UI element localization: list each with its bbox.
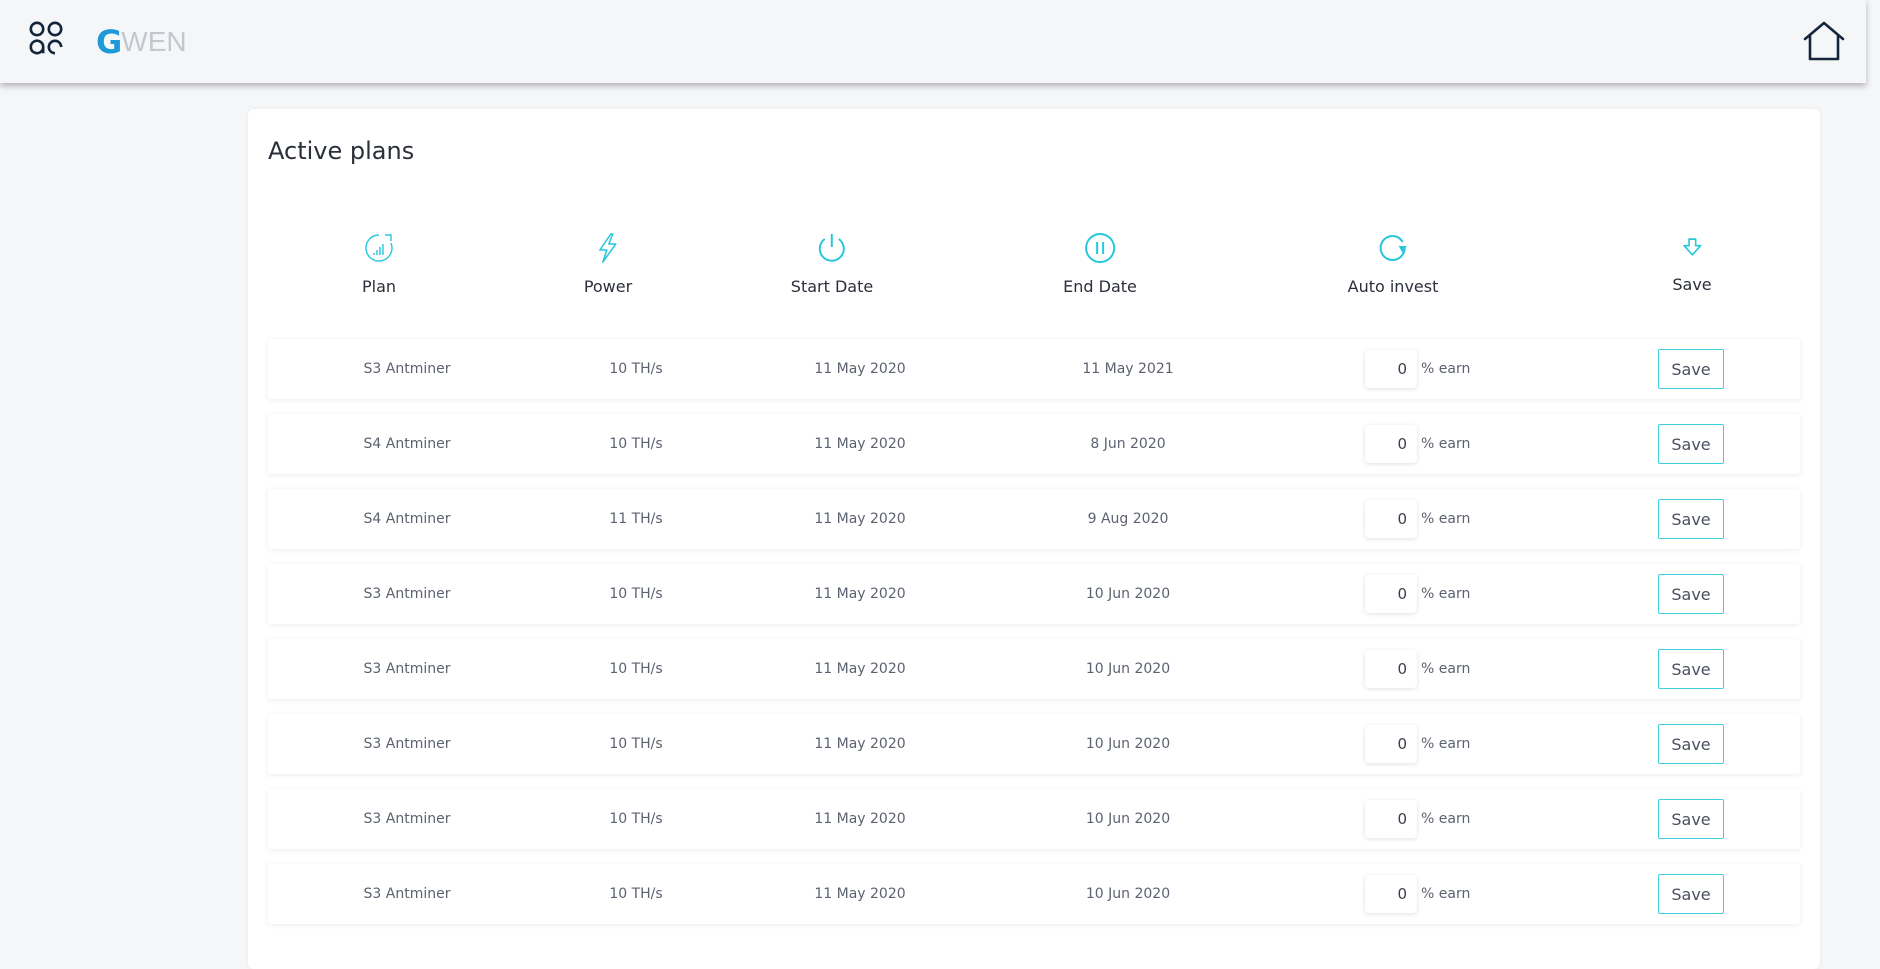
power-cell: 10 TH/s	[609, 811, 663, 827]
column-label-save: Save	[1672, 275, 1712, 294]
column-header-save: Save	[1672, 235, 1712, 294]
start-date-cell: 11 May 2020	[814, 811, 906, 827]
plan-cell: S3 Antminer	[363, 736, 451, 752]
auto-invest-input[interactable]	[1365, 725, 1417, 763]
column-header-power: Power	[584, 231, 632, 296]
column-label-plan: Plan	[361, 277, 397, 296]
auto-invest-input[interactable]	[1365, 575, 1417, 613]
power-icon	[818, 234, 845, 262]
earn-suffix: % earn	[1421, 511, 1471, 527]
apps-grid-icon[interactable]	[28, 20, 64, 56]
plan-cell: S3 Antminer	[363, 661, 451, 677]
column-header-plan: Plan	[362, 231, 396, 296]
end-date-cell: 9 Aug 2020	[1087, 511, 1169, 527]
logo[interactable]: G WEN	[96, 23, 187, 61]
power-cell: 10 TH/s	[609, 436, 663, 452]
auto-invest-input[interactable]	[1365, 875, 1417, 913]
power-cell: 10 TH/s	[609, 736, 663, 752]
plan-cell: S3 Antminer	[363, 361, 451, 377]
lightning-bolt-icon	[599, 233, 617, 263]
auto-invest-cell: % earn	[1365, 724, 1470, 764]
end-date-cell: 10 Jun 2020	[1085, 811, 1171, 827]
table-row: S3 Antminer 10 TH/s 11 May 2020 10 Jun 2…	[268, 864, 1800, 924]
earn-suffix: % earn	[1421, 811, 1471, 827]
plan-cell: S3 Antminer	[363, 586, 451, 602]
earn-suffix: % earn	[1421, 736, 1471, 752]
arrow-down-icon	[1682, 238, 1702, 256]
column-header-start-date: Start Date	[791, 231, 873, 296]
plan-cell: S4 Antminer	[363, 511, 451, 527]
auto-invest-input[interactable]	[1365, 425, 1417, 463]
end-date-cell: 10 Jun 2020	[1085, 661, 1171, 677]
end-date-cell: 11 May 2021	[1082, 361, 1174, 377]
table-row: S4 Antminer 11 TH/s 11 May 2020 9 Aug 20…	[268, 489, 1800, 549]
pause-circle-icon	[1084, 233, 1115, 263]
home-icon[interactable]	[1802, 20, 1846, 62]
start-date-cell: 11 May 2020	[814, 361, 906, 377]
end-date-cell: 10 Jun 2020	[1085, 886, 1171, 902]
auto-invest-input[interactable]	[1365, 500, 1417, 538]
end-date-cell: 10 Jun 2020	[1085, 736, 1171, 752]
auto-invest-cell: % earn	[1365, 574, 1470, 614]
column-label-power: Power	[583, 277, 633, 296]
plan-cell: S3 Antminer	[363, 886, 451, 902]
save-button[interactable]: Save	[1658, 724, 1724, 764]
table-row: S3 Antminer 10 TH/s 11 May 2020 10 Jun 2…	[268, 564, 1800, 624]
auto-invest-cell: % earn	[1365, 499, 1470, 539]
start-date-cell: 11 May 2020	[814, 886, 906, 902]
start-date-cell: 11 May 2020	[814, 661, 906, 677]
power-cell: 10 TH/s	[609, 661, 663, 677]
auto-invest-input[interactable]	[1365, 650, 1417, 688]
auto-invest-cell: % earn	[1365, 874, 1470, 914]
logo-letter: G	[96, 23, 122, 61]
auto-invest-input[interactable]	[1365, 800, 1417, 838]
column-header-end-date: End Date	[1063, 231, 1137, 296]
table-row: S3 Antminer 10 TH/s 11 May 2020 11 May 2…	[268, 339, 1800, 399]
start-date-cell: 11 May 2020	[814, 586, 906, 602]
power-cell: 10 TH/s	[609, 886, 663, 902]
save-button[interactable]: Save	[1658, 499, 1724, 539]
end-date-cell: 10 Jun 2020	[1085, 586, 1171, 602]
save-button[interactable]: Save	[1658, 874, 1724, 914]
plan-cell: S4 Antminer	[363, 436, 451, 452]
auto-invest-cell: % earn	[1365, 649, 1470, 689]
logo-text: WEN	[121, 26, 187, 57]
earn-suffix: % earn	[1421, 361, 1471, 377]
table-row: S4 Antminer 10 TH/s 11 May 2020 8 Jun 20…	[268, 414, 1800, 474]
column-label-end-date: End Date	[1063, 277, 1137, 296]
column-header-auto-invest: Auto invest	[1347, 231, 1439, 296]
auto-invest-input[interactable]	[1365, 350, 1417, 388]
save-button[interactable]: Save	[1658, 349, 1724, 389]
column-label-auto-invest: Auto invest	[1347, 277, 1439, 296]
active-plans-card: Active plans Plan Power Start Date End D…	[248, 109, 1820, 969]
save-button[interactable]: Save	[1658, 649, 1724, 689]
table-row: S3 Antminer 10 TH/s 11 May 2020 10 Jun 2…	[268, 714, 1800, 774]
start-date-cell: 11 May 2020	[814, 736, 906, 752]
plan-cell: S3 Antminer	[363, 811, 451, 827]
save-button[interactable]: Save	[1658, 574, 1724, 614]
power-cell: 11 TH/s	[609, 511, 663, 527]
top-bar: G WEN	[0, 0, 1866, 83]
auto-invest-cell: % earn	[1365, 349, 1470, 389]
earn-suffix: % earn	[1421, 661, 1471, 677]
start-date-cell: 11 May 2020	[814, 436, 906, 452]
column-label-start-date: Start Date	[790, 277, 874, 296]
plan-chart-icon	[365, 234, 393, 262]
end-date-cell: 8 Jun 2020	[1090, 436, 1166, 452]
refresh-icon	[1380, 235, 1407, 261]
auto-invest-cell: % earn	[1365, 799, 1470, 839]
earn-suffix: % earn	[1421, 436, 1471, 452]
start-date-cell: 11 May 2020	[814, 511, 906, 527]
auto-invest-cell: % earn	[1365, 424, 1470, 464]
earn-suffix: % earn	[1421, 586, 1471, 602]
power-cell: 10 TH/s	[609, 586, 663, 602]
power-cell: 10 TH/s	[609, 361, 663, 377]
earn-suffix: % earn	[1421, 886, 1471, 902]
save-button[interactable]: Save	[1658, 424, 1724, 464]
card-title: Active plans	[268, 137, 415, 165]
table-row: S3 Antminer 10 TH/s 11 May 2020 10 Jun 2…	[268, 789, 1800, 849]
save-button[interactable]: Save	[1658, 799, 1724, 839]
table-row: S3 Antminer 10 TH/s 11 May 2020 10 Jun 2…	[268, 639, 1800, 699]
